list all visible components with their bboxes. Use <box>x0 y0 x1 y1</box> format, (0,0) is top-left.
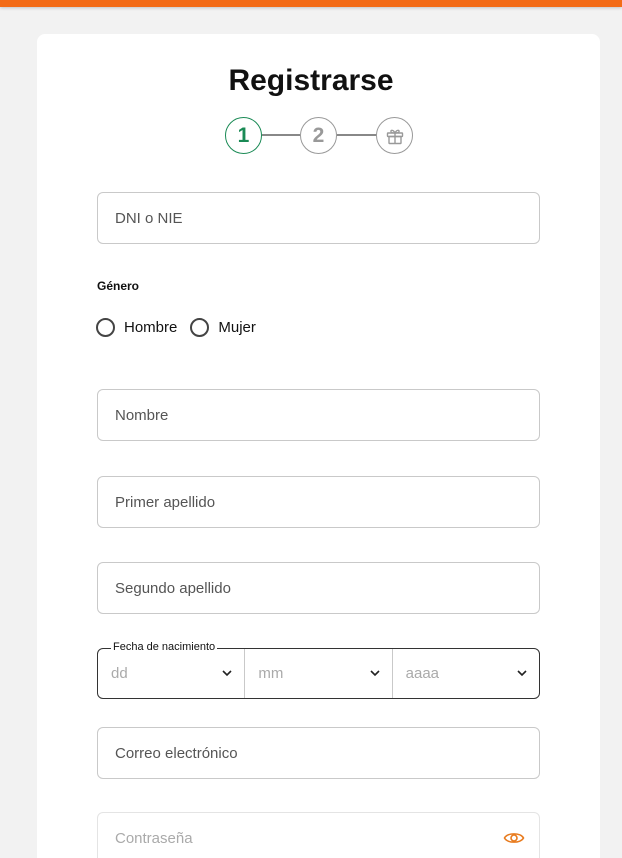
progress-stepper: 1 2 <box>225 117 415 155</box>
primer-apellido-input[interactable] <box>98 477 539 527</box>
password-input[interactable] <box>98 813 539 858</box>
nombre-field[interactable] <box>97 389 540 441</box>
dni-input[interactable] <box>98 193 539 243</box>
day-select[interactable]: dd <box>98 649 244 698</box>
email-field[interactable] <box>97 727 540 779</box>
year-select[interactable]: aaaa <box>391 649 539 698</box>
primer-apellido-field[interactable] <box>97 476 540 528</box>
month-select[interactable]: mm <box>244 649 391 698</box>
chevron-down-icon <box>517 670 527 677</box>
radio-mujer[interactable]: Mujer <box>190 318 256 337</box>
radio-hombre[interactable]: Hombre <box>96 318 177 337</box>
month-placeholder: mm <box>258 665 284 682</box>
radio-circle[interactable] <box>190 318 210 337</box>
radio-label-hombre: Hombre <box>124 319 178 336</box>
step-1: 1 <box>225 117 262 154</box>
radio-circle[interactable] <box>96 318 115 337</box>
step-2: 2 <box>300 117 337 154</box>
nombre-input[interactable] <box>98 390 539 440</box>
gift-icon <box>386 129 403 144</box>
segundo-apellido-field[interactable] <box>97 562 540 614</box>
page-title: Registrarse <box>228 64 394 97</box>
gender-label: Género <box>97 279 140 293</box>
day-placeholder: dd <box>111 665 128 682</box>
chevron-down-icon <box>370 670 380 677</box>
dni-field[interactable] <box>97 192 540 244</box>
email-input[interactable] <box>98 728 539 778</box>
birthdate-group: dd mm aaaa <box>97 648 540 699</box>
radio-label-mujer: Mujer <box>218 319 256 336</box>
eye-icon[interactable] <box>503 829 525 847</box>
stepper-connector <box>262 134 300 136</box>
password-field[interactable] <box>97 812 540 858</box>
birthdate-label: Fecha de nacimiento <box>111 641 218 653</box>
gender-radio-group: Hombre Mujer <box>96 318 269 337</box>
chevron-down-icon <box>222 670 232 677</box>
step-3 <box>376 117 413 154</box>
segundo-apellido-input[interactable] <box>98 563 539 613</box>
year-placeholder: aaaa <box>405 665 440 682</box>
top-accent-bar <box>0 0 622 7</box>
stepper-connector <box>337 134 377 136</box>
